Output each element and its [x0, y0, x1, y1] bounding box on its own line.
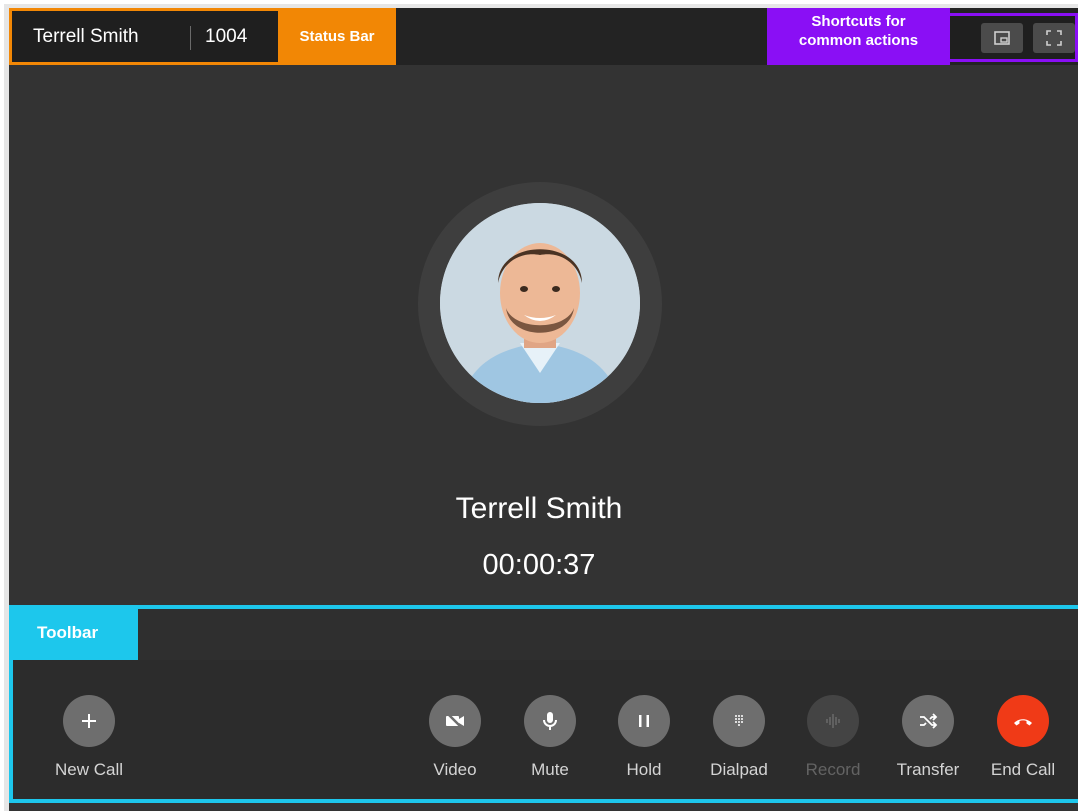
hangup-icon [1014, 719, 1032, 726]
status-extension: 1004 [205, 26, 248, 47]
shortcuts-annotation-line2: common actions [798, 32, 919, 49]
dialpad-circle [713, 695, 765, 747]
call-timer: 00:00:37 [482, 549, 596, 581]
mute-button[interactable]: Mute [508, 695, 592, 780]
status-divider [190, 26, 191, 50]
contact-photo [440, 203, 640, 403]
video-label: Video [433, 760, 477, 779]
top-bar: Terrell Smith 1004 Status Bar Shortcuts … [9, 8, 1078, 65]
dialpad-icon [735, 715, 743, 726]
microphone-icon [543, 712, 557, 730]
new-call-button[interactable]: New Call [47, 695, 131, 780]
fullscreen-button[interactable] [1033, 23, 1075, 53]
hold-circle [618, 695, 670, 747]
video-off-icon [446, 712, 464, 730]
video-button[interactable]: Video [413, 695, 497, 780]
video-circle [429, 695, 481, 747]
end-call-button[interactable]: End Call [981, 695, 1065, 780]
record-label: Record [805, 760, 861, 779]
new-call-circle [63, 695, 115, 747]
shortcuts-annotation: Shortcuts for common actions [767, 8, 950, 65]
status-caller-name: Terrell Smith [33, 26, 139, 47]
status-bar: Terrell Smith 1004 [9, 8, 281, 65]
record-circle [807, 695, 859, 747]
picture-in-picture-icon [994, 31, 1010, 45]
hold-button[interactable]: Hold [602, 695, 686, 780]
transfer-label: Transfer [896, 760, 960, 779]
dialpad-label: Dialpad [710, 760, 768, 779]
dialpad-button[interactable]: Dialpad [697, 695, 781, 780]
toolbar-annotation: Toolbar [9, 609, 138, 660]
avatar [440, 203, 640, 403]
transfer-icon [920, 713, 938, 729]
picture-in-picture-button[interactable] [981, 23, 1023, 53]
status-bar-annotation: Status Bar [278, 8, 396, 65]
transfer-button[interactable]: Transfer [886, 695, 970, 780]
waveform-icon [826, 714, 840, 728]
toolbar-header-strip [138, 609, 1078, 660]
record-button[interactable]: Record [791, 695, 875, 780]
end-call-label: End Call [990, 760, 1056, 779]
mute-circle [524, 695, 576, 747]
plus-icon [82, 714, 96, 728]
new-call-label: New Call [54, 760, 124, 779]
hold-label: Hold [626, 760, 662, 779]
fullscreen-icon [1046, 30, 1062, 46]
shortcuts-bar [950, 13, 1078, 62]
transfer-circle [902, 695, 954, 747]
pause-icon [639, 715, 649, 727]
shortcuts-annotation-line1: Shortcuts for [811, 13, 906, 30]
contact-name: Terrell Smith [455, 492, 623, 525]
end-call-circle [997, 695, 1049, 747]
mute-label: Mute [531, 760, 569, 779]
